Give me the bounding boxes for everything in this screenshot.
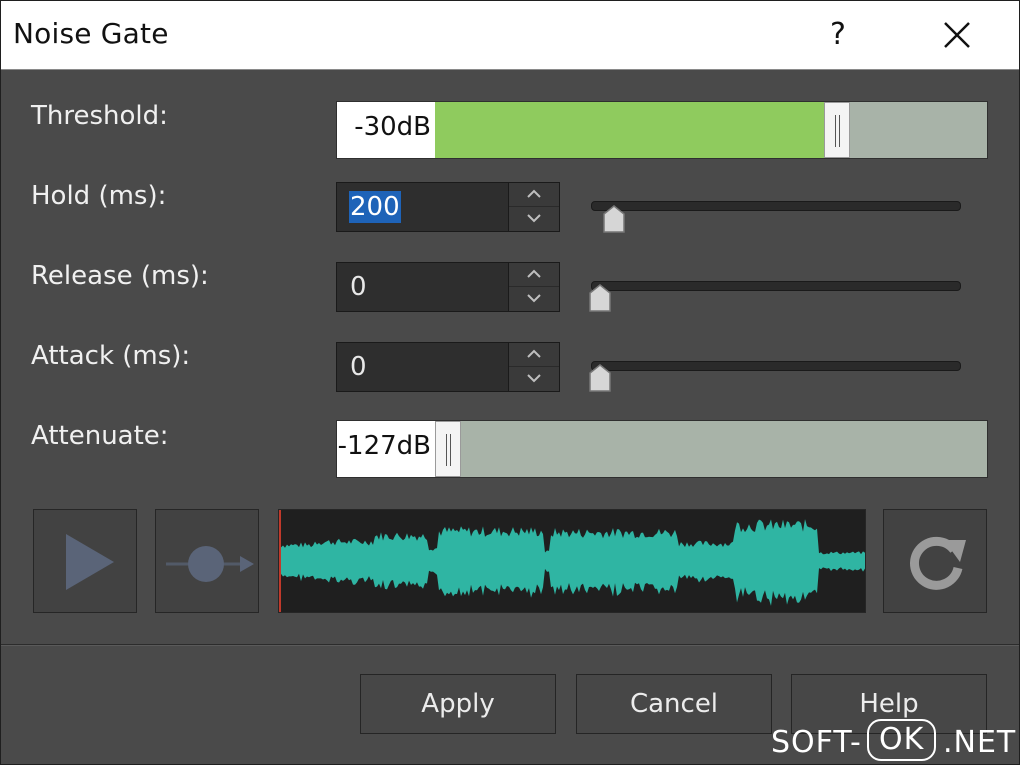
- waveform-graphic: [279, 510, 865, 612]
- threshold-fill: [435, 102, 824, 158]
- attenuate-label: Attenuate:: [31, 421, 169, 451]
- attack-slider-knob[interactable]: [587, 363, 613, 393]
- hold-slider-knob[interactable]: [601, 204, 627, 234]
- release-value[interactable]: 0: [349, 271, 368, 303]
- chevron-down-icon: [527, 374, 541, 383]
- loop-icon: [910, 536, 966, 590]
- loop-button[interactable]: [883, 509, 987, 613]
- record-button[interactable]: [155, 509, 259, 613]
- attack-spinbox[interactable]: 0: [336, 342, 560, 392]
- chevron-up-icon: [527, 349, 541, 358]
- noise-gate-dialog: Noise Gate ? Threshold: -30dB Hold (ms):…: [0, 0, 1020, 765]
- hold-label: Hold (ms):: [31, 181, 167, 211]
- hold-decrement-button[interactable]: [509, 207, 559, 230]
- attack-label: Attack (ms):: [31, 341, 191, 371]
- attenuate-thumb[interactable]: [435, 421, 461, 477]
- release-slider-knob[interactable]: [587, 283, 613, 313]
- hold-slider-track[interactable]: [591, 201, 961, 211]
- attack-increment-button[interactable]: [509, 343, 559, 367]
- watermark-text-left: SOFT-: [771, 725, 862, 760]
- hold-increment-button[interactable]: [509, 183, 559, 207]
- release-spin-arrows: [508, 263, 559, 311]
- waveform-display[interactable]: [278, 509, 866, 613]
- threshold-value[interactable]: -30dB: [337, 102, 435, 158]
- cancel-button[interactable]: Cancel: [576, 674, 772, 734]
- attack-slider-track[interactable]: [591, 361, 961, 371]
- chevron-down-icon: [527, 214, 541, 223]
- footer-separator-highlight: [1, 645, 1019, 646]
- title-bar: Noise Gate ?: [1, 1, 1019, 70]
- threshold-thumb[interactable]: [824, 102, 850, 158]
- hold-value[interactable]: 200: [349, 191, 401, 223]
- help-title-button[interactable]: ?: [821, 13, 855, 57]
- release-decrement-button[interactable]: [509, 287, 559, 310]
- release-spinbox[interactable]: 0: [336, 262, 560, 312]
- play-icon: [66, 534, 114, 590]
- close-button[interactable]: [935, 13, 979, 57]
- chevron-up-icon: [527, 269, 541, 278]
- threshold-label: Threshold:: [31, 101, 168, 131]
- apply-button[interactable]: Apply: [360, 674, 556, 734]
- release-label: Release (ms):: [31, 261, 209, 291]
- record-icon: [166, 546, 254, 582]
- window-title: Noise Gate: [13, 17, 169, 50]
- play-button[interactable]: [33, 509, 137, 613]
- watermark-text-right: .NET: [943, 725, 1017, 760]
- hold-spin-arrows: [508, 183, 559, 231]
- hold-spinbox[interactable]: 200: [336, 182, 560, 232]
- attenuate-slider[interactable]: -127dB: [336, 420, 988, 478]
- attack-spin-arrows: [508, 343, 559, 391]
- attack-value[interactable]: 0: [349, 351, 368, 383]
- chevron-up-icon: [527, 189, 541, 198]
- release-increment-button[interactable]: [509, 263, 559, 287]
- threshold-slider[interactable]: -30dB: [336, 101, 988, 159]
- chevron-down-icon: [527, 294, 541, 303]
- attenuate-value[interactable]: -127dB: [337, 421, 435, 477]
- close-icon: [944, 22, 970, 48]
- waveform-shape: [279, 519, 865, 606]
- watermark-text-badge: OK: [867, 719, 937, 761]
- release-slider-track[interactable]: [591, 281, 961, 291]
- attack-decrement-button[interactable]: [509, 367, 559, 390]
